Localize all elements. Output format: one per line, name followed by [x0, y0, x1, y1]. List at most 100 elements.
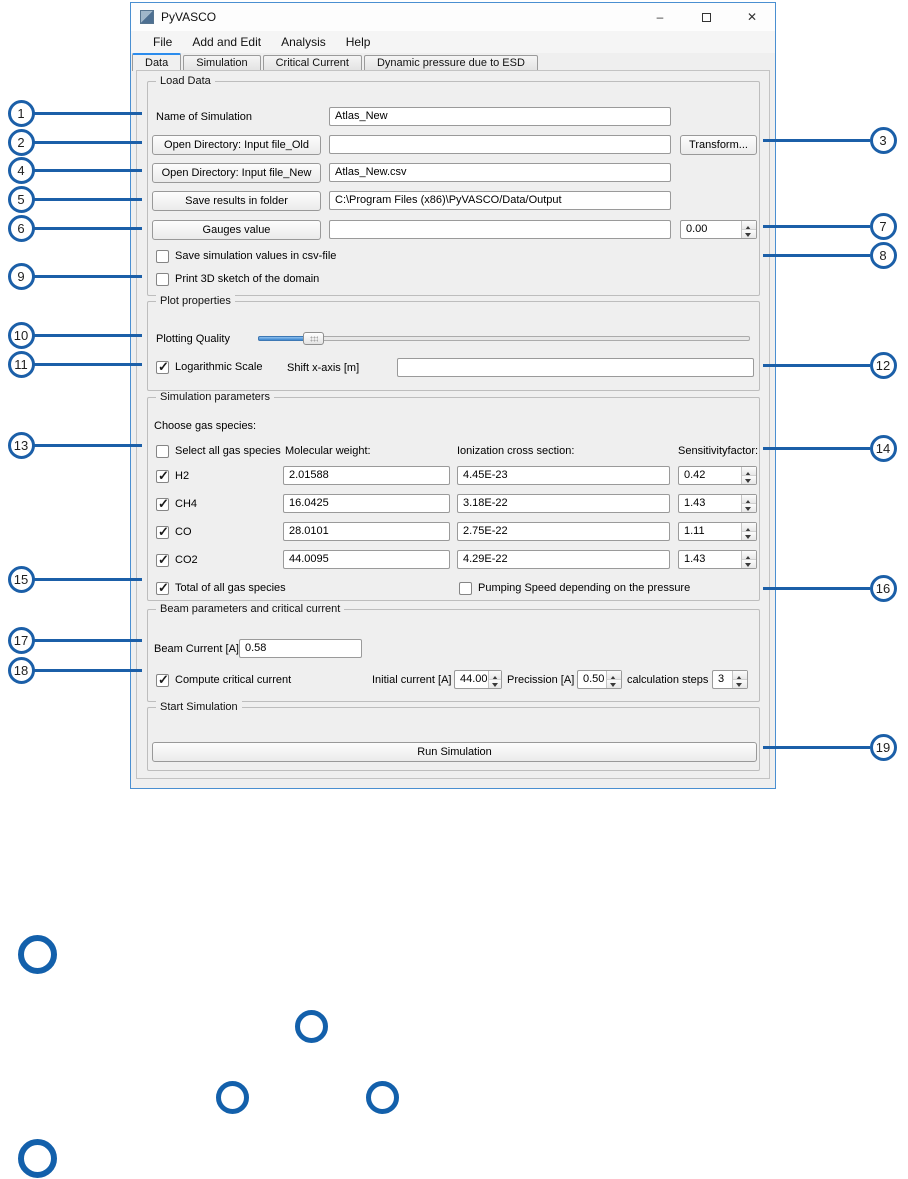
spin-down-icon[interactable] — [742, 531, 756, 540]
print-3d-checkbox-row[interactable]: Print 3D sketch of the domain — [156, 272, 319, 286]
callout-circle-13: 13 — [7, 431, 35, 459]
gas-row-co-checkbox-row[interactable]: CO — [156, 524, 192, 540]
spin-down-icon[interactable] — [742, 475, 756, 484]
co2-label: CO2 — [175, 554, 198, 566]
total-gas-checkbox-row[interactable]: Total of all gas species — [156, 580, 286, 596]
spin-up-icon[interactable] — [742, 221, 756, 230]
open-input-old-button[interactable]: Open Directory: Input file_Old — [152, 135, 321, 155]
h2-molecular-weight-field[interactable]: 2.01588 — [283, 466, 450, 485]
precission-spinner[interactable]: 0.50 — [577, 670, 622, 689]
h2-sensitivity-spinner[interactable]: 0.42 — [678, 466, 757, 485]
shift-xaxis-field[interactable] — [397, 358, 754, 377]
ionization-header: Ionization cross section: — [457, 445, 575, 457]
spin-down-icon[interactable] — [742, 229, 756, 238]
gas-row-h2-checkbox-row[interactable]: H2 — [156, 468, 189, 484]
plotting-quality-slider-handle[interactable] — [303, 332, 324, 345]
menu-analysis[interactable]: Analysis — [271, 33, 336, 51]
h2-checkbox[interactable] — [156, 468, 169, 484]
precission-value: 0.50 — [583, 673, 605, 685]
spinner-arrows[interactable] — [741, 551, 756, 568]
run-simulation-button[interactable]: Run Simulation — [152, 742, 757, 762]
total-gas-checkbox[interactable] — [156, 580, 169, 596]
compute-critical-checkbox-row[interactable]: Compute critical current — [156, 672, 291, 688]
tab-bar: Data Simulation Critical Current Dynamic… — [132, 53, 776, 71]
start-simulation-legend: Start Simulation — [156, 701, 242, 713]
pumping-speed-checkbox-row[interactable]: Pumping Speed depending on the pressure — [459, 581, 690, 595]
callout-line-8 — [763, 254, 870, 257]
log-scale-checkbox[interactable] — [156, 359, 169, 375]
maximize-button[interactable] — [683, 3, 729, 31]
tab-simulation[interactable]: Simulation — [183, 55, 261, 71]
input-old-path-field[interactable] — [329, 135, 671, 154]
tab-data[interactable]: Data — [132, 53, 182, 71]
select-all-gas-row[interactable]: Select all gas species — [156, 444, 281, 458]
gauges-spinner[interactable]: 0.00 — [680, 220, 757, 239]
beam-current-field[interactable]: 0.58 — [239, 639, 362, 658]
compute-critical-checkbox[interactable] — [156, 672, 169, 688]
ch4-checkbox[interactable] — [156, 496, 169, 512]
calculation-steps-spinner[interactable]: 3 — [712, 670, 748, 689]
h2-ionization-field[interactable]: 4.45E-23 — [457, 466, 670, 485]
spinner-arrows[interactable] — [487, 671, 501, 688]
plotting-quality-slider-track[interactable] — [258, 336, 750, 341]
spin-up-icon[interactable] — [742, 467, 756, 476]
spin-up-icon[interactable] — [742, 523, 756, 532]
output-folder-field[interactable]: C:\Program Files (x86)\PyVASCO/Data/Outp… — [329, 191, 671, 210]
transform-button[interactable]: Transform... — [680, 135, 757, 155]
gauges-value-field[interactable] — [329, 220, 671, 239]
save-csv-checkbox-row[interactable]: Save simulation values in csv-file — [156, 249, 336, 263]
spin-up-icon[interactable] — [733, 671, 747, 680]
log-scale-checkbox-row[interactable]: Logarithmic Scale — [156, 359, 263, 375]
co2-sensitivity-spinner[interactable]: 1.43 — [678, 550, 757, 569]
gas-row-co2-checkbox-row[interactable]: CO2 — [156, 552, 198, 568]
callout-line-1 — [34, 112, 142, 115]
spinner-arrows[interactable] — [741, 523, 756, 540]
menu-file[interactable]: File — [143, 33, 182, 51]
spin-up-icon[interactable] — [488, 671, 501, 680]
select-all-gas-checkbox[interactable] — [156, 444, 169, 458]
tab-dynamic-pressure[interactable]: Dynamic pressure due to ESD — [363, 55, 538, 71]
co-ionization-field[interactable]: 2.75E-22 — [457, 522, 670, 541]
beam-parameters-legend: Beam parameters and critical current — [156, 603, 345, 615]
spin-down-icon[interactable] — [488, 679, 501, 688]
co-molecular-weight-field[interactable]: 28.0101 — [283, 522, 450, 541]
gauges-spinner-arrows[interactable] — [741, 221, 756, 238]
gauges-value-button[interactable]: Gauges value — [152, 220, 321, 240]
co2-ionization-field[interactable]: 4.29E-22 — [457, 550, 670, 569]
tab-critical-current[interactable]: Critical Current — [262, 55, 362, 71]
ch4-sensitivity-spinner[interactable]: 1.43 — [678, 494, 757, 513]
initial-current-spinner[interactable]: 44.00 — [454, 670, 502, 689]
spin-down-icon[interactable] — [742, 503, 756, 512]
spin-down-icon[interactable] — [742, 559, 756, 568]
ch4-ionization-field[interactable]: 3.18E-22 — [457, 494, 670, 513]
minimize-button[interactable]: – — [637, 3, 683, 31]
open-input-new-button[interactable]: Open Directory: Input file_New — [152, 163, 321, 183]
spin-up-icon[interactable] — [607, 671, 621, 680]
simulation-name-input[interactable]: Atlas_New — [329, 107, 671, 126]
spin-up-icon[interactable] — [742, 495, 756, 504]
spinner-arrows[interactable] — [741, 495, 756, 512]
callout-line-11 — [34, 363, 142, 366]
co-sensitivity-spinner[interactable]: 1.11 — [678, 522, 757, 541]
spinner-arrows[interactable] — [741, 467, 756, 484]
co2-molecular-weight-field[interactable]: 44.0095 — [283, 550, 450, 569]
gas-row-ch4-checkbox-row[interactable]: CH4 — [156, 496, 197, 512]
save-results-folder-button[interactable]: Save results in folder — [152, 191, 321, 211]
ch4-molecular-weight-field[interactable]: 16.0425 — [283, 494, 450, 513]
menu-add-and-edit[interactable]: Add and Edit — [182, 33, 271, 51]
co-checkbox[interactable] — [156, 524, 169, 540]
log-scale-label: Logarithmic Scale — [175, 361, 263, 373]
spin-up-icon[interactable] — [742, 551, 756, 560]
co2-checkbox[interactable] — [156, 552, 169, 568]
close-button[interactable]: ✕ — [729, 3, 775, 31]
spin-down-icon[interactable] — [607, 679, 621, 688]
spinner-arrows[interactable] — [606, 671, 621, 688]
save-csv-checkbox[interactable] — [156, 249, 169, 263]
print-3d-checkbox[interactable] — [156, 272, 169, 286]
input-new-path-field[interactable]: Atlas_New.csv — [329, 163, 671, 182]
spin-down-icon[interactable] — [733, 679, 747, 688]
callout-line-3 — [763, 139, 870, 142]
pumping-speed-checkbox[interactable] — [459, 581, 472, 595]
spinner-arrows[interactable] — [732, 671, 747, 688]
menu-help[interactable]: Help — [336, 33, 381, 51]
